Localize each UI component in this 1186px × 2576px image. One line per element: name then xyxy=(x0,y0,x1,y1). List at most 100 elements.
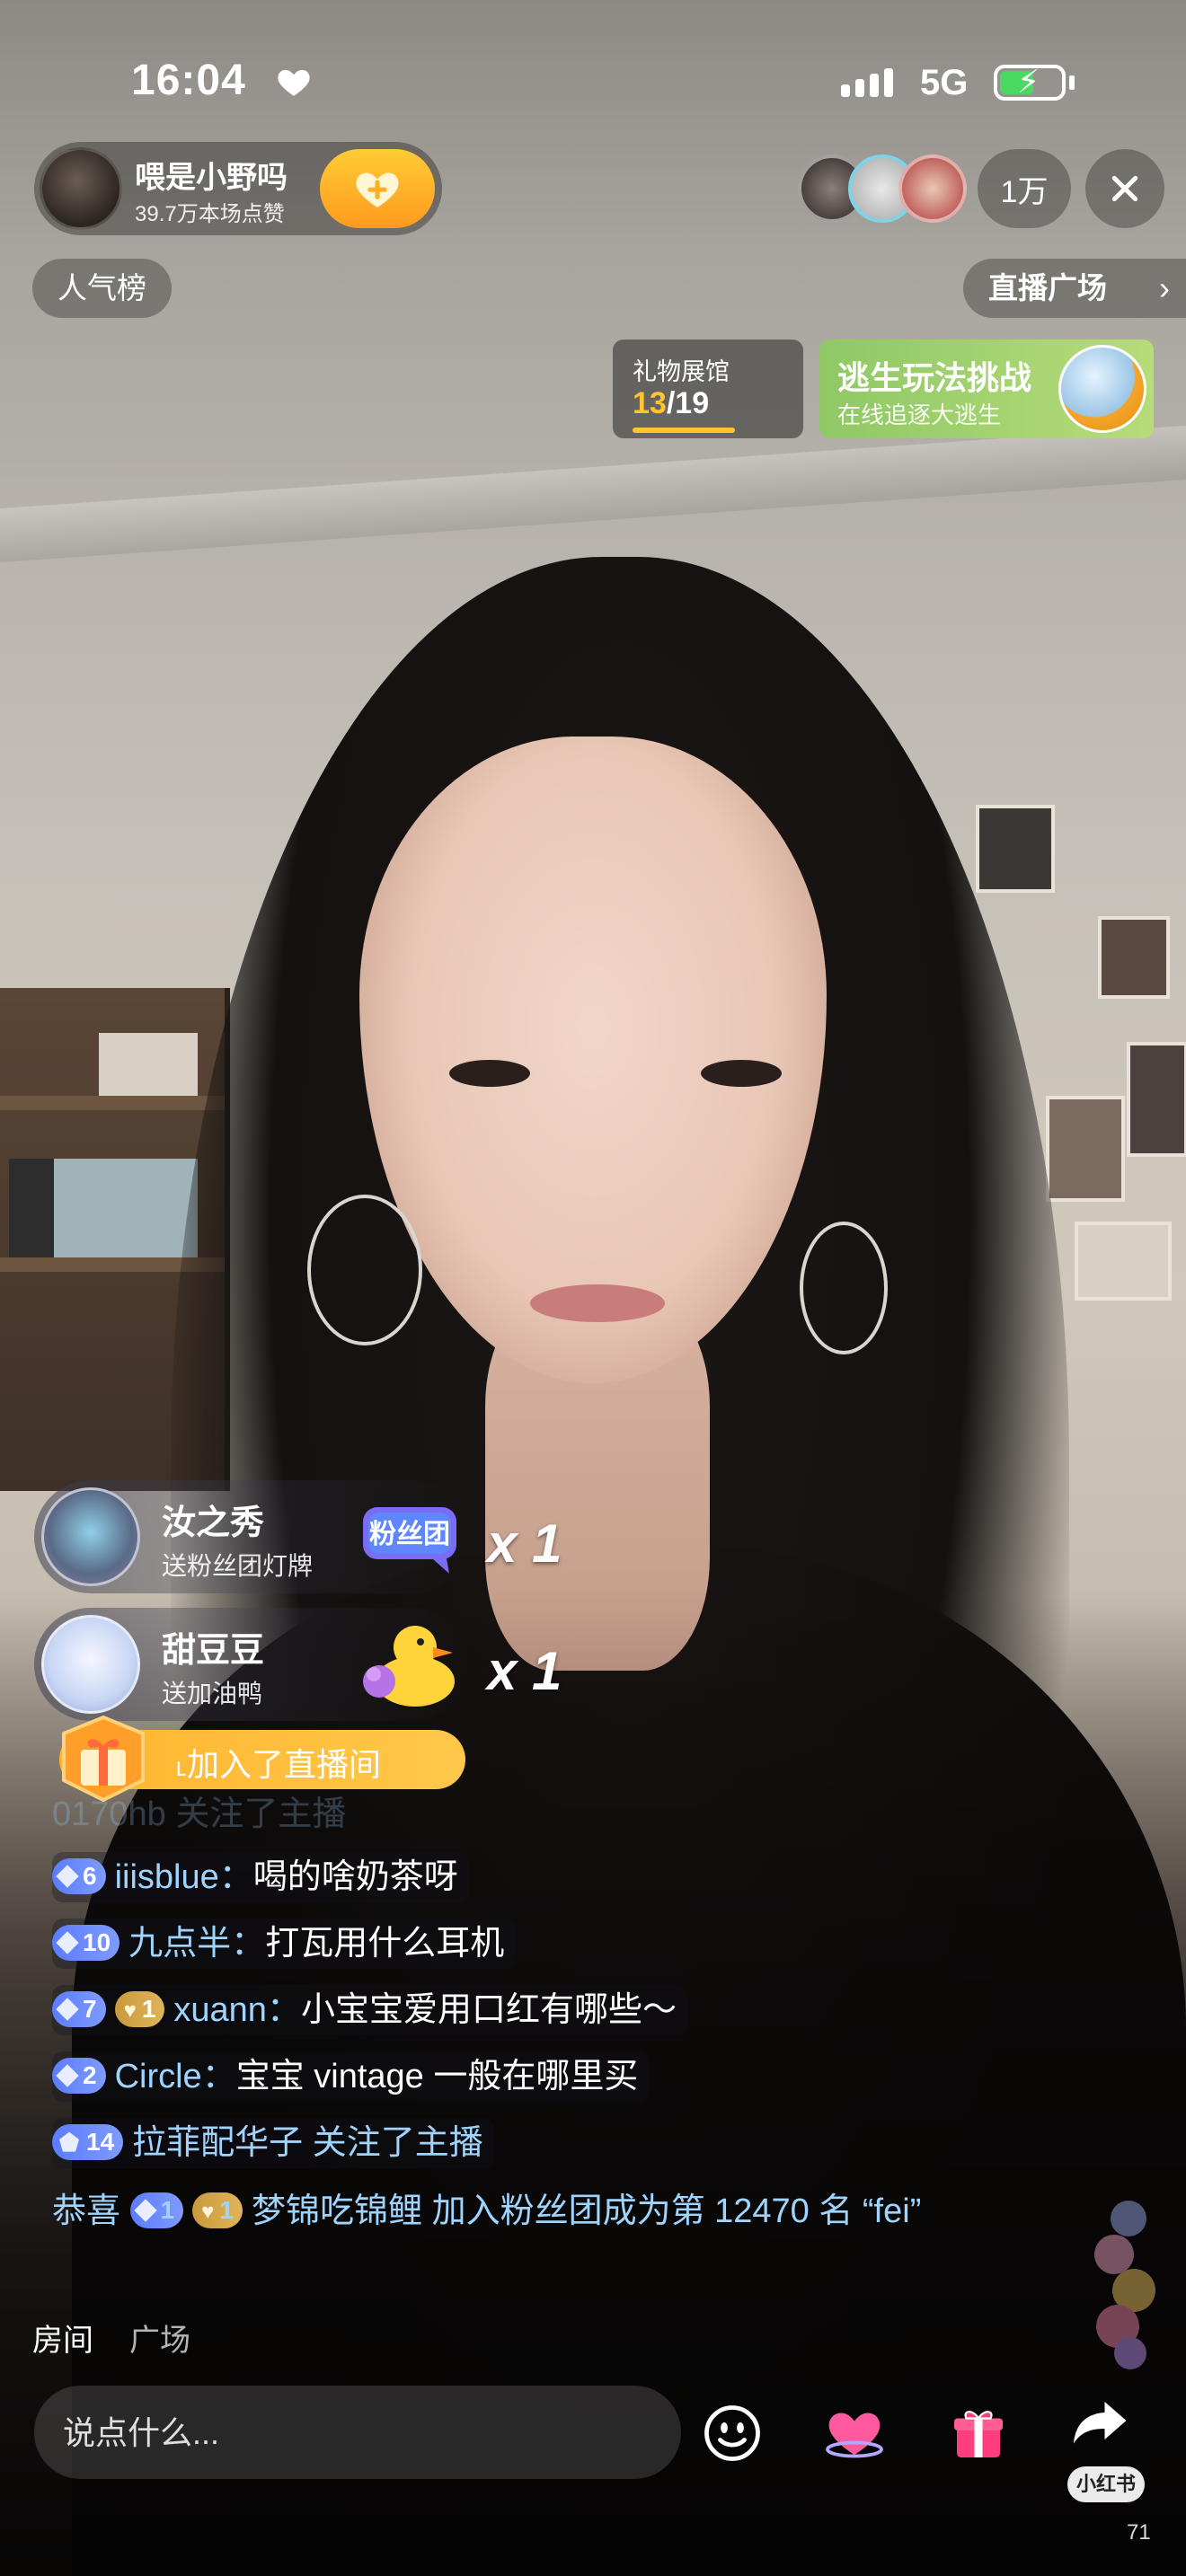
gift-hall-total: 19 xyxy=(675,386,710,420)
viewer-count[interactable]: 1万 xyxy=(978,149,1071,228)
level-badge: 2 xyxy=(52,2057,106,2094)
chat-separator: ： xyxy=(218,1858,253,1896)
page-number: 71 xyxy=(1127,2520,1151,2545)
notice-username[interactable]: 梦锦吃锦鲤 xyxy=(252,2192,422,2230)
level-number: 6 xyxy=(83,1861,97,1890)
heart-icon xyxy=(278,69,310,96)
close-icon xyxy=(1111,175,1138,202)
chat-message[interactable]: 6 iiisblue：喝的啥奶茶呀 xyxy=(52,1852,469,1902)
live-plaza-label: 直播广场 xyxy=(988,271,1107,304)
escape-title: 逃生玩法挑战 xyxy=(837,359,1032,396)
tab-plaza[interactable]: 广场 xyxy=(129,2316,190,2360)
viewer-avatar[interactable] xyxy=(898,154,967,223)
top-viewers[interactable] xyxy=(798,149,969,230)
chat-username[interactable]: 拉菲配华子 xyxy=(132,2124,303,2162)
chat-separator: ： xyxy=(201,2058,236,2095)
gift-hall-progress-bar xyxy=(633,428,736,433)
signal-icon xyxy=(841,68,893,97)
share-button[interactable] xyxy=(1060,2380,1141,2461)
host-name: 喂是小野吗 xyxy=(135,161,288,195)
sender-avatar[interactable] xyxy=(41,1615,140,1714)
level-number: 1 xyxy=(160,2195,175,2224)
chat-message[interactable]: 7 ♥ 1 xuann：小宝宝爱用口红有哪些～ xyxy=(52,1985,687,2035)
wall-photo xyxy=(1098,916,1170,999)
chat-username[interactable]: xuann xyxy=(173,1991,267,2029)
sender-name: 汝之秀 xyxy=(162,1504,265,1542)
gift-toast: 汝之秀 送粉丝团灯牌 粉丝团 xyxy=(34,1480,469,1593)
level-badge: 10 xyxy=(52,1924,120,1961)
gift-hall-progress: 13/19 xyxy=(633,386,709,421)
level-number: 10 xyxy=(83,1928,111,1956)
chat-text: 喝的啥奶茶呀 xyxy=(252,1858,458,1896)
chat-message[interactable]: 2 Circle：宝宝 vintage 一般在哪里买 xyxy=(52,2051,650,2102)
chat-username[interactable]: 九点半 xyxy=(128,1925,231,1963)
status-time: 16:04 xyxy=(131,57,246,104)
like-button[interactable] xyxy=(814,2393,895,2474)
chat-message-faded: 0170hb 关注了主播 xyxy=(52,1789,357,1839)
shelf-board xyxy=(0,1096,225,1110)
follow-button[interactable] xyxy=(320,149,435,228)
diamond-icon xyxy=(56,1997,79,2021)
gift-count: x 1 xyxy=(487,1513,562,1574)
chevron-right-icon: › xyxy=(1159,269,1170,306)
chat-separator: ： xyxy=(266,1991,301,2029)
earring xyxy=(800,1222,888,1354)
chat-username[interactable]: iiisblue xyxy=(115,1858,219,1896)
fan-club-notice: 恭喜 1 ♥ 1 梦锦吃锦鲤 加入粉丝团成为第 12470 名 “fei” xyxy=(52,2186,1022,2236)
escape-challenge-banner[interactable]: 逃生玩法挑战 在线追逐大逃生 xyxy=(819,340,1154,438)
chat-text: 小宝宝爱用口红有哪些～ xyxy=(300,1991,677,2029)
diamond-icon xyxy=(56,1864,79,1888)
capsule-ball-icon xyxy=(1058,345,1146,433)
notice-prefix: 恭喜 xyxy=(52,2192,121,2230)
battery-charging-icon: ⚡ xyxy=(994,63,1066,101)
wall-photo xyxy=(976,805,1055,893)
emoji-button[interactable] xyxy=(692,2393,773,2474)
live-plaza-button[interactable]: 直播广场 › xyxy=(963,259,1186,318)
chat-message[interactable]: 10 九点半：打瓦用什么耳机 xyxy=(52,1919,516,1969)
fan-club-badge: ♥ 1 xyxy=(192,2192,243,2228)
gift-toast: 甜豆豆 送加油鸭 xyxy=(34,1608,469,1721)
tab-room[interactable]: 房间 xyxy=(32,2316,93,2360)
chat-username[interactable]: Circle xyxy=(115,2058,202,2095)
level-number: 7 xyxy=(83,1994,97,2023)
streamer-eye xyxy=(701,1060,782,1087)
comment-input-box[interactable] xyxy=(34,2386,681,2481)
books xyxy=(99,1033,198,1096)
host-likes: 39.7万本场点赞 xyxy=(135,202,285,226)
escape-subtitle: 在线追逐大逃生 xyxy=(837,401,1002,428)
like-heart-icon xyxy=(826,2413,883,2458)
sender-name: 甜豆豆 xyxy=(162,1632,265,1670)
pentagon-gem-icon xyxy=(59,2131,79,2152)
diamond-icon xyxy=(56,2063,79,2087)
share-label: 小红书 xyxy=(1067,2466,1146,2502)
level-badge: 1 xyxy=(129,2192,184,2228)
gift-icon xyxy=(954,2411,1003,2457)
gift-hall-card[interactable]: 礼物展馆 13/19 xyxy=(613,340,803,438)
emoji-icon xyxy=(704,2405,760,2461)
heart-plus-icon xyxy=(356,172,399,207)
level-badge: 6 xyxy=(52,1857,106,1894)
host-info-card[interactable]: 喂是小野吗 39.7万本场点赞 xyxy=(34,142,442,235)
host-avatar[interactable] xyxy=(40,147,122,230)
close-button[interactable] xyxy=(1085,149,1164,228)
join-text: ˪加入了直播间 xyxy=(176,1746,381,1783)
level-badge: 14 xyxy=(52,2123,124,2160)
popularity-rank-button[interactable]: 人气榜 xyxy=(32,259,172,318)
gift-button[interactable] xyxy=(938,2393,1019,2474)
gift-description: 送粉丝团灯牌 xyxy=(162,1552,314,1580)
wall-photo xyxy=(1127,1042,1186,1157)
notice-text: 加入粉丝团成为第 12470 名 “fei” xyxy=(431,2192,922,2230)
fan-level-number: 1 xyxy=(219,2195,234,2224)
comment-input[interactable] xyxy=(61,2386,658,2481)
wall-photo xyxy=(1046,1096,1125,1202)
chat-message[interactable]: 14 拉菲配华子 关注了主播 xyxy=(52,2118,494,2168)
gift-hall-title: 礼物展馆 xyxy=(633,358,730,385)
battery-tip xyxy=(1069,75,1075,90)
diamond-icon xyxy=(56,1930,79,1954)
faded-message-text: 0170hb 关注了主播 xyxy=(52,1795,347,1833)
level-number: 14 xyxy=(86,2127,115,2156)
wall-photo xyxy=(1075,1222,1172,1301)
gift-hall-separator: / xyxy=(666,386,676,420)
fan-club-label: 粉丝团 xyxy=(369,1519,450,1550)
sender-avatar[interactable] xyxy=(41,1487,140,1586)
